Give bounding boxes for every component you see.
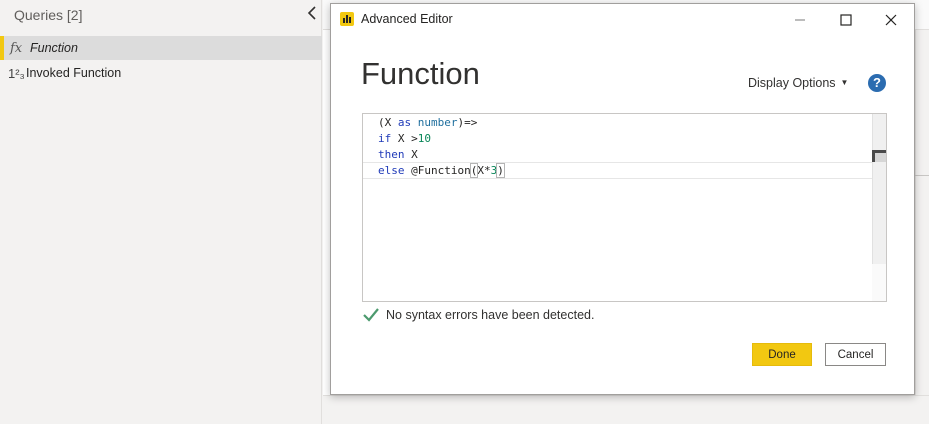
scrollbar-thumb[interactable] [872,150,886,162]
power-bi-app-icon [340,12,354,26]
advanced-editor-dialog: Advanced Editor Function Display Options… [330,3,915,395]
code-line: else @Function(X*3) [378,163,505,178]
queries-pane: Queries [2] fx Function 1²₃ Invoked Func… [0,0,322,424]
query-label: Function [30,41,78,55]
done-button[interactable]: Done [752,343,812,366]
chevron-down-icon: ▼ [840,78,849,87]
editor-scrollbar[interactable] [872,114,886,301]
code-editor[interactable]: (X as number)=> if X >10 then X else @Fu… [362,113,887,302]
number-type-icon: 1²₃ [8,65,25,81]
background-status-strip [323,395,929,424]
syntax-status: No syntax errors have been detected. [362,306,594,324]
maximize-icon[interactable] [831,8,861,32]
query-name-heading: Function [361,56,480,91]
status-message: No syntax errors have been detected. [386,308,595,322]
query-item-function[interactable]: fx Function [0,36,322,60]
collapse-chevron-icon[interactable] [305,5,319,21]
code-line: then X [378,148,418,161]
code-line: (X as number)=> [378,116,478,129]
query-label: Invoked Function [26,66,122,80]
checkmark-icon [363,308,379,322]
scrollbar-track-end [872,264,886,301]
background-side-panel [915,30,929,424]
help-icon[interactable]: ? [868,74,886,92]
display-options-dropdown[interactable]: Display Options ▼ [748,76,848,90]
dialog-title: Advanced Editor [361,12,453,26]
close-icon[interactable] [876,8,906,32]
query-item-invoked-function[interactable]: 1²₃ Invoked Function [0,61,322,85]
display-options-label: Display Options [748,76,836,90]
dialog-titlebar[interactable]: Advanced Editor [331,4,914,34]
fx-icon: fx [10,40,23,56]
cancel-button[interactable]: Cancel [825,343,886,366]
code-line: if X >10 [378,132,431,145]
minimize-icon[interactable] [785,8,815,32]
queries-header: Queries [2] [14,7,83,23]
background-divider [915,175,929,176]
